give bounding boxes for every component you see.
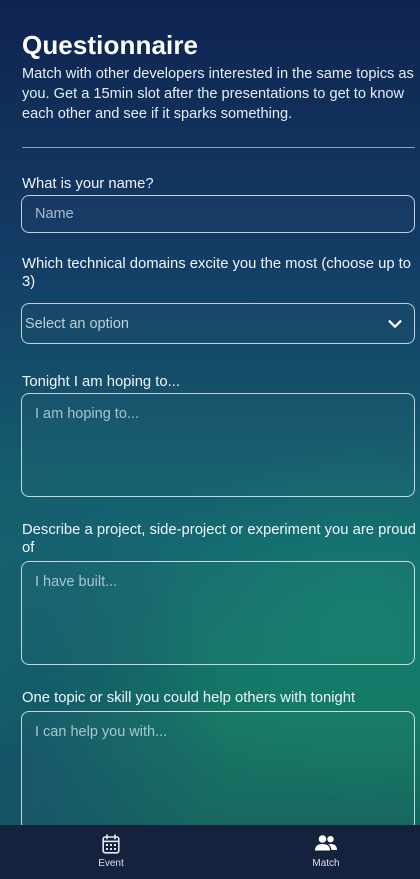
tab-match[interactable]: Match — [266, 825, 386, 879]
bottom-tab-bar: Event Match — [0, 825, 420, 879]
domains-select-value: Select an option — [25, 315, 129, 332]
domains-label: Which technical domains excite you the m… — [22, 256, 412, 290]
name-input[interactable] — [21, 195, 415, 233]
chevron-down-icon — [388, 319, 402, 328]
help-label: One topic or skill you could help others… — [22, 690, 356, 706]
project-textarea[interactable] — [21, 561, 415, 665]
domains-select[interactable]: Select an option — [21, 303, 415, 344]
project-label: Describe a project, side-project or expe… — [22, 522, 416, 556]
calendar-icon — [102, 834, 120, 854]
divider — [22, 147, 415, 148]
hoping-label: Tonight I am hoping to... — [22, 374, 180, 390]
page-title: Questionnaire — [22, 30, 199, 60]
tab-match-label: Match — [312, 858, 340, 869]
intro-text: Match with other developers interested i… — [22, 66, 414, 122]
people-icon — [315, 835, 337, 851]
hoping-textarea[interactable] — [21, 393, 415, 497]
tab-event[interactable]: Event — [51, 825, 171, 879]
tab-event-label: Event — [98, 858, 124, 869]
questionnaire-screen: Questionnaire Match with other developer… — [0, 0, 420, 825]
help-textarea[interactable] — [21, 711, 415, 825]
name-label: What is your name? — [22, 176, 154, 192]
